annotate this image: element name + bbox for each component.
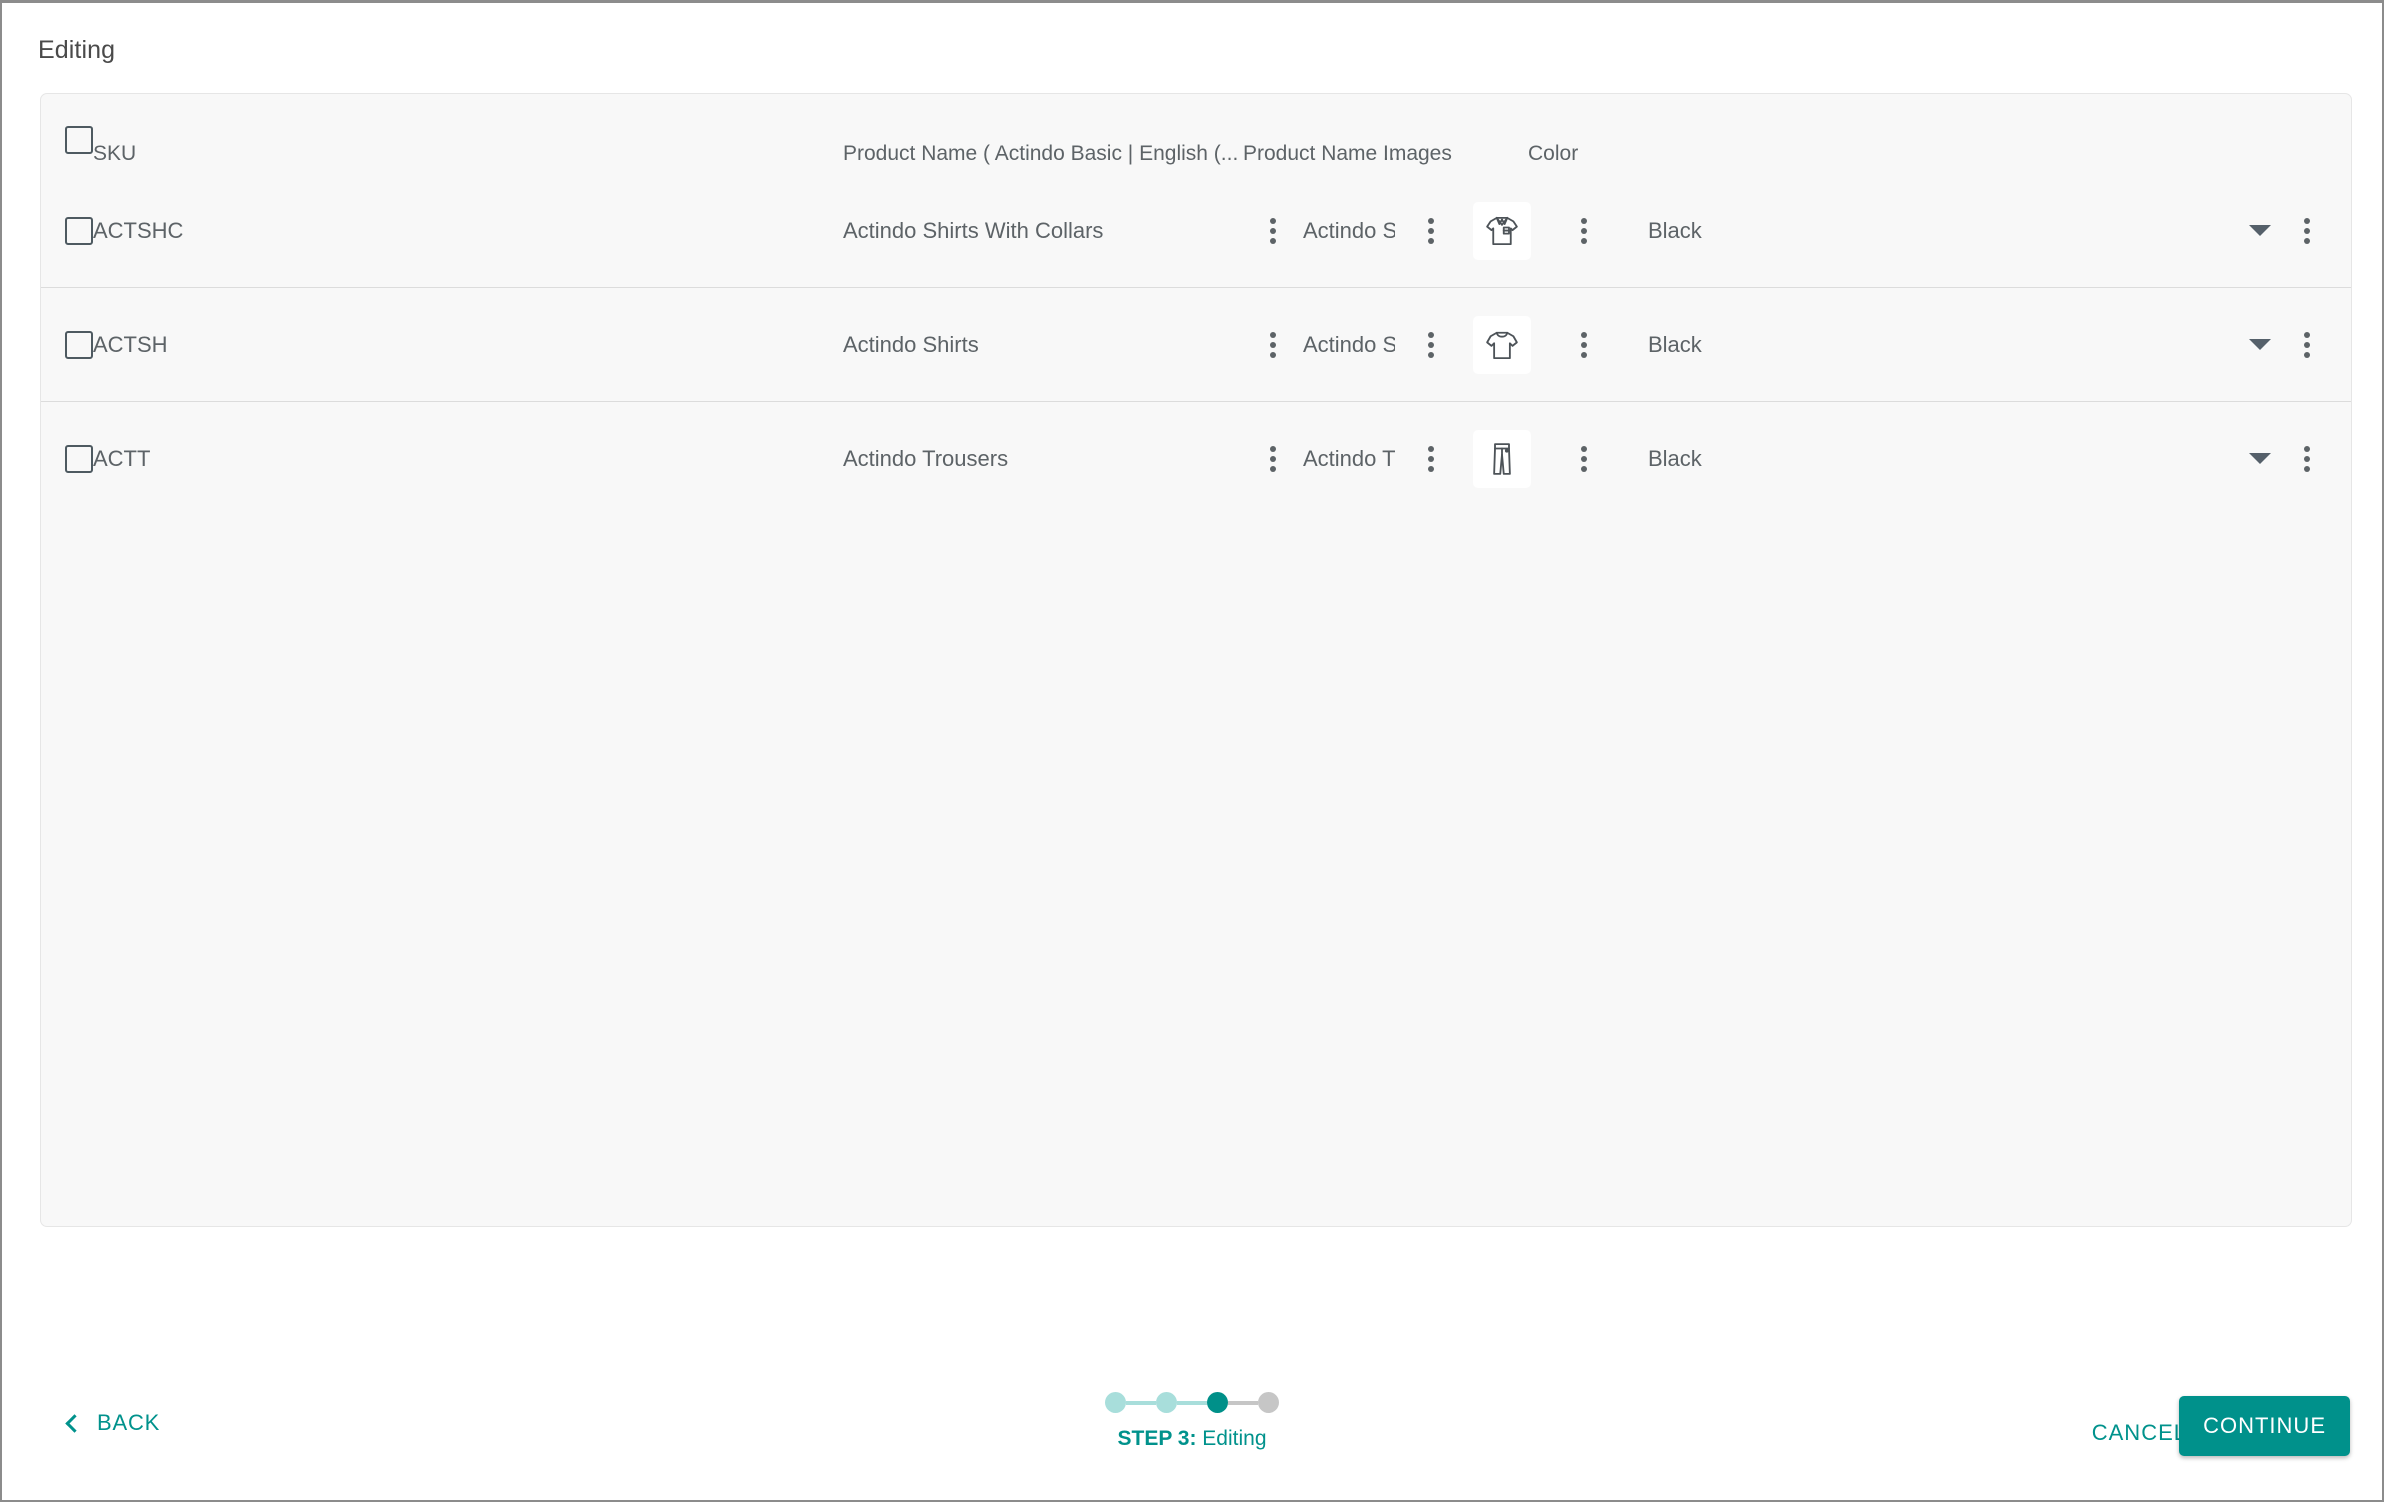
column-header-sku[interactable]: SKU [93, 142, 843, 166]
chevron-left-icon [65, 1413, 84, 1433]
step-connector-2 [1177, 1400, 1207, 1405]
page-title: Editing [38, 36, 116, 64]
cell-menu-name1 [1243, 328, 1303, 362]
cell-color: Black [1648, 445, 1702, 471]
cell-menu-images [1545, 214, 1623, 248]
row-select-cell [41, 444, 93, 473]
step-dot-2[interactable] [1156, 1392, 1177, 1413]
cell-menu-images [1545, 328, 1623, 362]
row-checkbox[interactable] [65, 444, 93, 473]
wizard-footer: BACK STEP 3: Editing CANCEL CONTINUE [2, 1300, 2382, 1500]
cell-product-name-2: Actindo S [1303, 331, 1395, 357]
column-header-product-name-2[interactable]: Product Name ... [1243, 142, 1401, 166]
cell-menu-name1 [1243, 214, 1303, 248]
step-dot-3[interactable] [1207, 1392, 1228, 1413]
back-button[interactable]: BACK [65, 1410, 161, 1436]
continue-button[interactable]: CONTINUE [2179, 1396, 2350, 1456]
cell-sku: ACTSH [93, 331, 168, 357]
kebab-menu-icon[interactable] [1259, 328, 1287, 362]
step-connector-1 [1126, 1400, 1156, 1405]
row-kebab-menu-icon[interactable] [2293, 214, 2321, 248]
chevron-down-icon[interactable] [2249, 453, 2271, 464]
step-dot-1[interactable] [1105, 1392, 1126, 1413]
row-select-cell [41, 216, 93, 245]
step-label-name: Editing [1196, 1427, 1267, 1450]
row-checkbox[interactable] [65, 330, 93, 359]
kebab-menu-icon[interactable] [1417, 328, 1445, 362]
cell-images[interactable] [1459, 201, 1545, 260]
column-header-product-name-1[interactable]: Product Name ( Actindo Basic | English (… [843, 142, 1243, 166]
chevron-down-icon[interactable] [2249, 225, 2271, 236]
kebab-menu-icon[interactable] [1570, 328, 1598, 362]
cell-menu-name2 [1403, 328, 1459, 362]
table-row[interactable]: ACTSH Actindo Shirts Actindo S Black [41, 288, 2351, 401]
cell-menu-name1 [1243, 442, 1303, 476]
cell-product-name-1: Actindo Trousers [843, 445, 1009, 471]
step-label-prefix: STEP 3: [1117, 1427, 1197, 1450]
step-dots [1105, 1392, 1279, 1413]
t-shirt-icon[interactable] [1473, 315, 1531, 374]
row-actions [2249, 402, 2321, 515]
cell-color: Black [1648, 217, 1702, 243]
cell-sku: ACTT [93, 445, 151, 471]
cell-sku: ACTSHC [93, 217, 184, 243]
kebab-menu-icon[interactable] [1259, 214, 1287, 248]
app-window: Editing SKU Product Name ( Actindo Basic… [0, 0, 2384, 1502]
table-row[interactable]: ACTSHC Actindo Shirts With Collars Actin… [41, 174, 2351, 287]
cell-product-name-2: Actindo S [1303, 217, 1395, 243]
back-button-label: BACK [97, 1410, 161, 1435]
kebab-menu-icon[interactable] [1259, 442, 1287, 476]
kebab-menu-icon[interactable] [1417, 442, 1445, 476]
select-all-cell [41, 126, 93, 166]
cell-product-name-2: Actindo T [1303, 445, 1395, 471]
column-header-images[interactable]: Images [1383, 142, 1503, 166]
trousers-icon[interactable] [1473, 429, 1531, 488]
column-header-color[interactable]: Color [1503, 142, 2351, 166]
row-kebab-menu-icon[interactable] [2293, 328, 2321, 362]
cell-product-name-1: Actindo Shirts With Collars [843, 217, 1104, 243]
step-connector-3 [1228, 1400, 1258, 1405]
step-dot-4[interactable] [1258, 1392, 1279, 1413]
row-select-cell [41, 330, 93, 359]
cell-menu-images [1545, 442, 1623, 476]
table-row[interactable]: ACTT Actindo Trousers Actindo T Black [41, 402, 2351, 515]
row-checkbox[interactable] [65, 216, 93, 245]
kebab-menu-icon[interactable] [1570, 214, 1598, 248]
editing-table-card: SKU Product Name ( Actindo Basic | Engli… [40, 93, 2352, 1227]
wizard-stepper: STEP 3: Editing [1105, 1392, 1279, 1451]
row-kebab-menu-icon[interactable] [2293, 442, 2321, 476]
step-label: STEP 3: Editing [1117, 1427, 1266, 1451]
cell-product-name-1: Actindo Shirts [843, 331, 979, 357]
cell-images[interactable] [1459, 315, 1545, 374]
polo-shirt-icon[interactable] [1473, 201, 1531, 260]
row-actions [2249, 288, 2321, 401]
chevron-down-icon[interactable] [2249, 339, 2271, 350]
cell-images[interactable] [1459, 429, 1545, 488]
kebab-menu-icon[interactable] [1417, 214, 1445, 248]
cell-menu-name2 [1403, 214, 1459, 248]
table-header-row: SKU Product Name ( Actindo Basic | Engli… [41, 94, 2351, 174]
select-all-checkbox[interactable] [65, 126, 93, 154]
row-actions [2249, 174, 2321, 287]
cell-color: Black [1648, 331, 1702, 357]
cell-menu-name2 [1403, 442, 1459, 476]
kebab-menu-icon[interactable] [1570, 442, 1598, 476]
